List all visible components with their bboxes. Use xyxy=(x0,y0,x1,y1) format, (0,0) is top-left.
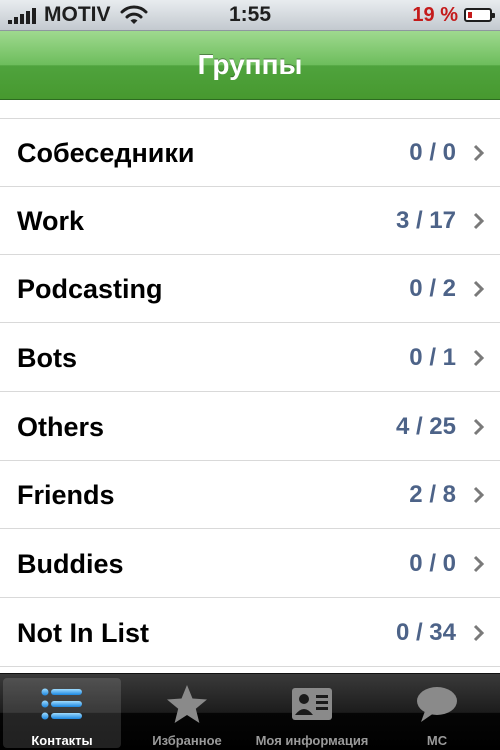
battery-percent: 19 % xyxy=(412,4,458,26)
chevron-right-icon xyxy=(473,349,485,367)
group-count: 0 / 0 xyxy=(409,550,456,577)
navigation-bar: Группы xyxy=(0,31,500,100)
group-name: Others xyxy=(17,412,105,442)
chevron-right-icon xyxy=(473,624,485,642)
group-count: 0 / 2 xyxy=(409,275,456,302)
tab-label: Избранное xyxy=(152,733,222,748)
chevron-right-icon xyxy=(473,212,485,230)
group-name: Buddies xyxy=(17,549,124,579)
battery-icon xyxy=(464,8,495,22)
tab-messages[interactable]: МС xyxy=(378,678,496,748)
group-row[interactable]: Others 4 / 25 xyxy=(0,393,500,461)
chat-bubble-icon xyxy=(378,684,496,724)
group-row[interactable]: Podcasting 0 / 2 xyxy=(0,255,500,323)
group-name: Friends xyxy=(17,480,115,510)
chevron-right-icon xyxy=(473,555,485,573)
group-count: 3 / 17 xyxy=(395,207,456,234)
group-name: Podcasting xyxy=(17,274,163,304)
group-name: Bots xyxy=(17,343,77,373)
group-row[interactable]: Not In List 0 / 34 xyxy=(0,599,500,667)
group-count: 0 / 0 xyxy=(409,139,456,166)
screen: MOTIV 1:55 19 % Группы Собеседники 0 / 0… xyxy=(0,0,500,750)
group-row[interactable]: Buddies 0 / 0 xyxy=(0,530,500,598)
status-bar: MOTIV 1:55 19 % xyxy=(0,0,500,31)
chevron-right-icon xyxy=(473,280,485,298)
group-row[interactable]: Work 3 / 17 xyxy=(0,187,500,255)
group-count: 0 / 34 xyxy=(395,619,456,646)
group-name: Not In List xyxy=(17,618,149,648)
tab-contacts[interactable]: Контакты xyxy=(3,678,121,748)
star-icon xyxy=(128,684,246,724)
group-row[interactable]: Friends 2 / 8 xyxy=(0,461,500,529)
list-icon xyxy=(3,684,121,724)
contact-card-icon xyxy=(253,684,371,724)
chevron-right-icon xyxy=(473,418,485,436)
tab-bar: Контакты Избранное Моя информация МС xyxy=(0,673,500,750)
group-row[interactable]: Собеседники 0 / 0 xyxy=(0,119,500,187)
tab-label: Контакты xyxy=(31,733,93,748)
chevron-right-icon xyxy=(473,144,485,162)
tab-favorites[interactable]: Избранное xyxy=(128,678,246,748)
groups-list[interactable]: Собеседники 0 / 0 Work 3 / 17 Podcasting… xyxy=(0,100,500,673)
chevron-right-icon xyxy=(473,486,485,504)
group-row[interactable]: Bots 0 / 1 xyxy=(0,324,500,392)
page-title: Группы xyxy=(197,49,303,80)
tab-label: Моя информация xyxy=(255,733,369,748)
group-count: 0 / 1 xyxy=(409,344,456,371)
group-count: 2 / 8 xyxy=(409,481,456,508)
group-name: Собеседники xyxy=(17,138,195,168)
group-name: Work xyxy=(17,206,85,236)
group-count: 4 / 25 xyxy=(395,413,456,440)
tab-label: МС xyxy=(426,733,448,748)
tab-my-info[interactable]: Моя информация xyxy=(253,678,371,748)
